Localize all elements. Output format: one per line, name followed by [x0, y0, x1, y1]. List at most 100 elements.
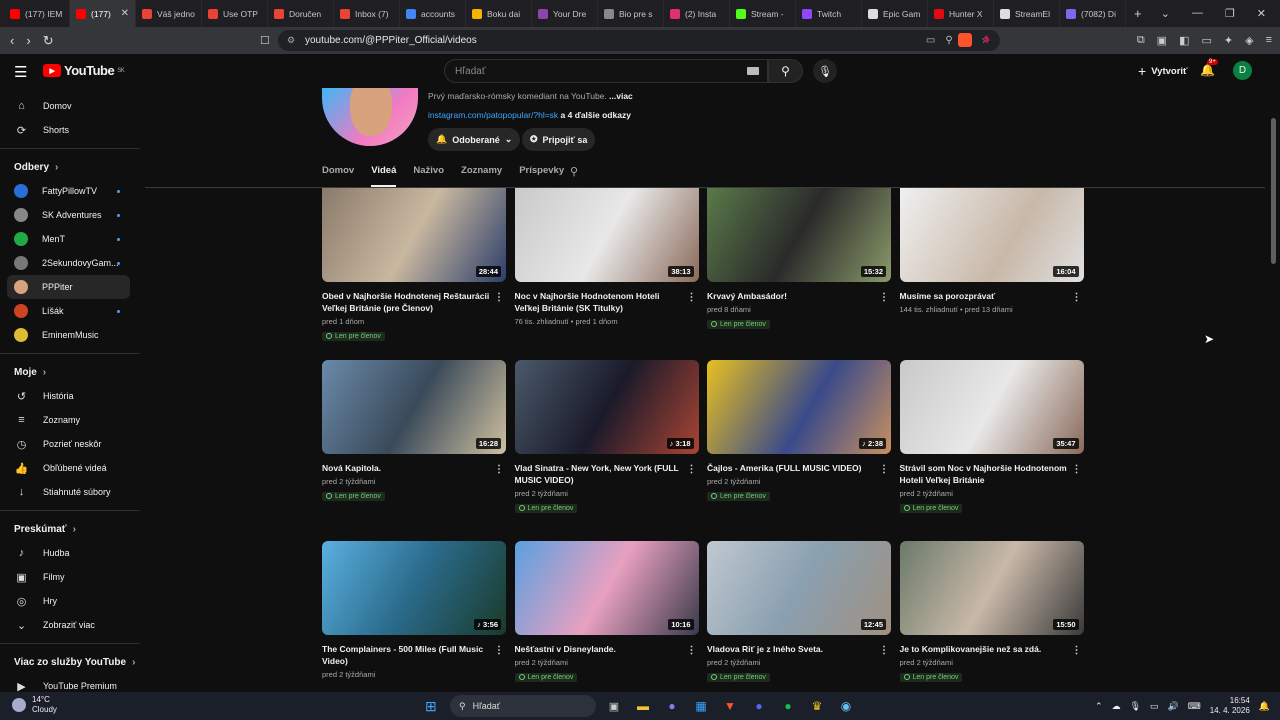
video-title[interactable]: The Complainers - 500 Miles (Full Music … — [322, 643, 490, 667]
account-avatar[interactable]: D — [1233, 61, 1252, 80]
install-icon[interactable]: ▭ — [926, 35, 935, 46]
join-button[interactable]: ✪ Pripojiť sa — [522, 128, 596, 151]
video-title[interactable]: Krvavý Ambasádor! — [707, 290, 875, 302]
video-title[interactable]: Obed v Najhoršie Hodnotenej Reštaurácii … — [322, 290, 490, 314]
sidebar-item[interactable]: 👍 Obľúbené videá — [0, 456, 140, 480]
video-thumbnail[interactable]: 35:47 — [899, 360, 1084, 454]
sidebar-item[interactable]: ⌄ Zobraziť viac — [0, 613, 140, 637]
sidebar-item[interactable]: ≡ Zoznamy — [0, 408, 140, 432]
sidebar-section-title[interactable]: Viac zo služby YouTube › — [0, 650, 140, 674]
sidebar-item[interactable]: ↺ História — [0, 384, 140, 408]
sidebar-item[interactable]: ▣ Filmy — [0, 565, 140, 589]
video-thumbnail[interactable]: 10:16 — [514, 541, 699, 635]
back-icon[interactable]: ‹ — [10, 33, 14, 49]
close-window-icon[interactable]: ✕ — [1257, 7, 1266, 20]
video-card[interactable]: 35:47 Strávil som Noc v Najhoršie Hodnote… — [899, 360, 1084, 516]
windows-start-icon[interactable]: ⊞ — [425, 698, 437, 715]
channel-avatar[interactable] — [322, 88, 418, 146]
browser-tab[interactable]: Twitch — [796, 0, 862, 27]
browser-tab[interactable]: Bio pre s — [598, 0, 664, 27]
sidebar-section-title[interactable]: Moje › — [0, 360, 140, 384]
video-card[interactable]: 10:16 Nešťastní v Disneylande. pred 2 týžd… — [514, 541, 699, 685]
more-options-icon[interactable]: ⋮ — [494, 464, 504, 475]
channel-search-icon[interactable]: ⚲ — [570, 165, 578, 178]
video-title[interactable]: Musíme sa porozprávať — [900, 290, 1068, 302]
more-options-icon[interactable]: ⋮ — [879, 645, 889, 656]
browser-tab[interactable]: Hunter X — [928, 0, 994, 27]
weather-widget[interactable]: 14°C Cloudy — [12, 695, 57, 715]
brave-rewards-icon[interactable]: ▲ — [982, 33, 992, 44]
browser-tab[interactable]: Boku dai — [466, 0, 532, 27]
video-title[interactable]: Nešťastní v Disneylande. — [515, 643, 683, 655]
video-thumbnail[interactable]: 15:32 — [707, 188, 891, 282]
video-title[interactable]: Vladova Riť je z Iného Sveta. — [707, 643, 875, 655]
sidebar-item[interactable]: 2SekundovyGam... — [0, 251, 140, 275]
discord-icon[interactable]: ● — [749, 696, 769, 716]
more-links[interactable]: a 4 ďalšie odkazy — [561, 110, 631, 120]
instagram-link[interactable]: instagram.com/patopopular/?hl=sk — [428, 110, 558, 120]
taskbar-search[interactable]: ⚲ Hľadať — [450, 695, 596, 717]
game-app-icon[interactable]: ♛ — [807, 696, 827, 716]
vpn-icon[interactable]: ◈ — [1245, 34, 1253, 47]
more-options-icon[interactable]: ⋮ — [1072, 292, 1082, 303]
sidebar-item[interactable]: ◷ Pozrieť neskôr — [0, 432, 140, 456]
video-card[interactable]: 38:13 Noc v Najhoršie Hodnotenom Hoteli V… — [514, 188, 699, 326]
tab-search-icon[interactable]: ▣ — [1157, 34, 1167, 47]
leo-icon[interactable]: ✦ — [1224, 34, 1233, 47]
channel-tab[interactable]: Naživo — [413, 165, 444, 187]
volume-icon[interactable]: 🔊 — [1168, 701, 1179, 712]
browser-tab[interactable]: Doručen — [268, 0, 334, 27]
browser-tab[interactable]: Use OTP — [202, 0, 268, 27]
notification-center-icon[interactable]: 🔔 — [1259, 701, 1270, 712]
browser-tab[interactable]: (7082) Di — [1060, 0, 1126, 27]
sidebar-section-title[interactable]: Odbery › — [0, 155, 140, 179]
video-title[interactable]: Strávil som Noc v Najhoršie Hodnotenom H… — [900, 462, 1068, 486]
video-title[interactable]: Noc v Najhoršie Hodnotenom Hoteli Veľkej… — [515, 290, 683, 314]
more-options-icon[interactable]: ⋮ — [687, 464, 697, 475]
channel-tab[interactable]: Domov — [322, 165, 354, 187]
video-card[interactable]: ♪ 3:56 The Complainers - 500 Miles (Full … — [322, 541, 506, 679]
more-options-icon[interactable]: ⋮ — [879, 464, 889, 475]
tab-list-icon[interactable]: ⌄ — [1161, 7, 1170, 20]
search-button[interactable]: ⚲ — [768, 59, 803, 83]
video-thumbnail[interactable]: 16:28 — [322, 360, 506, 454]
video-card[interactable]: 15:50 Je to Komplikovanejšie než sa zdá. p… — [899, 541, 1084, 685]
display-icon[interactable]: ▭ — [1150, 701, 1159, 712]
browser-tab[interactable]: Váš jedno — [136, 0, 202, 27]
zoom-icon[interactable]: ⚲ — [945, 35, 952, 46]
channel-description[interactable]: Prvý maďarsko-rómsky komediant na YouTub… — [428, 91, 633, 101]
video-card[interactable]: 16:04 Musíme sa porozprávať 144 tis. zhlia… — [899, 188, 1084, 314]
video-title[interactable]: Vlad Sinatra - New York, New York (FULL … — [515, 462, 683, 486]
sidebar-item[interactable]: ◎ Hry — [0, 589, 140, 613]
video-thumbnail[interactable]: ♪ 3:56 — [322, 541, 506, 635]
create-button[interactable]: + Vytvoriť — [1128, 60, 1198, 82]
steam-icon[interactable]: ◉ — [836, 696, 856, 716]
restore-icon[interactable]: ❐ — [1225, 7, 1235, 20]
browser-tab[interactable]: (177) IEM — [4, 0, 70, 27]
more-options-icon[interactable]: ⋮ — [1072, 645, 1082, 656]
chevron-up-icon[interactable]: ⌃ — [1095, 701, 1103, 712]
more-options-icon[interactable]: ⋮ — [494, 292, 504, 303]
new-tab-icon[interactable]: + — [1134, 6, 1142, 21]
scrollbar[interactable] — [1271, 118, 1276, 264]
browser-tab[interactable]: Inbox (7) — [334, 0, 400, 27]
video-thumbnail[interactable]: 12:45 — [707, 541, 891, 635]
channel-tab[interactable]: Videá — [371, 165, 397, 187]
video-card[interactable]: 15:32 Krvavý Ambasádor! pred 8 dňami Len pr… — [707, 188, 891, 332]
video-thumbnail[interactable]: ♪ 3:18 — [514, 360, 699, 454]
browser-tab[interactable]: Stream - — [730, 0, 796, 27]
browser-tab[interactable]: (2) Insta — [664, 0, 730, 27]
video-thumbnail[interactable]: 15:50 — [899, 541, 1084, 635]
browser-tab[interactable]: accounts — [400, 0, 466, 27]
video-thumbnail[interactable]: 28:44 — [322, 188, 506, 282]
minimize-icon[interactable]: — — [1192, 7, 1203, 20]
voice-search-button[interactable]: 🎙 — [813, 59, 837, 83]
browser-tab[interactable]: (177) ✕ — [70, 0, 136, 27]
video-title[interactable]: Nová Kapitola. — [322, 462, 490, 474]
store-icon[interactable]: ▦ — [691, 696, 711, 716]
brave-icon[interactable]: ▼ — [720, 696, 740, 716]
video-card[interactable]: 16:28 Nová Kapitola. pred 2 týždňami Len pr… — [322, 360, 506, 504]
address-bar[interactable]: ⚙ youtube.com/@PPPiter_Official/videos ▭… — [278, 30, 1000, 51]
video-card[interactable]: 28:44 Obed v Najhoršie Hodnotenej Reštaur… — [322, 188, 506, 344]
sidebar-item[interactable]: ↓ Stiahnuté súbory — [0, 480, 140, 504]
